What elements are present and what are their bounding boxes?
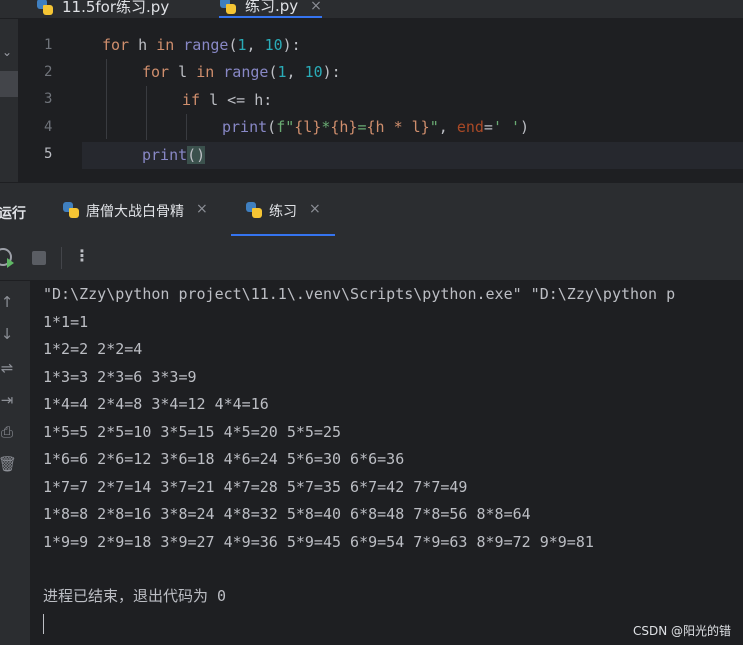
code-line-2: for l in range(1, 10): (142, 63, 341, 81)
python-file-icon (219, 0, 237, 15)
run-tab-label: 唐僧大战白骨精 (86, 204, 184, 220)
more-options-icon[interactable]: ⋮ (74, 246, 90, 265)
console-output-line: 1*5=5 2*5=10 3*5=15 4*5=20 5*5=25 (43, 423, 342, 441)
console-output-line: 1*3=3 2*3=6 3*3=9 (43, 368, 197, 386)
project-strip-selection (0, 71, 18, 97)
python-file-icon (36, 0, 54, 16)
run-panel-title: 运行 (0, 206, 26, 222)
code-line-5: print() (142, 146, 206, 164)
process-exit-message: 进程已结束，退出代码为 0 (43, 587, 227, 605)
python-file-icon (62, 201, 80, 219)
line-number: 1 (44, 37, 53, 53)
current-line-number: 5 (44, 146, 53, 162)
editor-tab-label: 练习.py (245, 0, 299, 15)
text-caret (43, 614, 44, 634)
editor-tab-label: 11.5for练习.py (62, 0, 170, 16)
console-output-line: 1*2=2 2*2=4 (43, 340, 143, 358)
editor-left-strip: ⌄ (0, 19, 18, 182)
stop-icon[interactable] (32, 251, 46, 265)
close-icon[interactable]: × (310, 0, 322, 14)
console-output-line: 1*7=7 2*7=14 3*7=21 4*7=28 5*7=35 6*7=42… (43, 478, 468, 496)
line-number: 4 (44, 119, 53, 135)
watermark: CSDN @阳光的错 (632, 624, 731, 638)
line-number: 3 (44, 91, 53, 107)
editor-tab-bar: 11.5for练习.py 练习.py × (0, 0, 743, 19)
indent-guide (186, 114, 187, 140)
indent-guide (106, 59, 107, 139)
soft-wrap-icon[interactable]: ⇌ (0, 359, 16, 377)
run-tab-lianxi[interactable]: 练习 × (231, 201, 335, 237)
console-output-line: 1*1=1 (43, 313, 89, 331)
python-file-icon (245, 201, 263, 219)
toolbar-divider (61, 247, 62, 269)
run-tab-tangseng[interactable]: 唐僧大战白骨精 × (62, 201, 208, 235)
rerun-icon[interactable] (0, 248, 14, 268)
code-editor[interactable]: for h in range(1, 10): for l in range(1,… (82, 19, 743, 182)
run-toolbar: ⋮ (0, 236, 743, 281)
editor-tab-11-5for[interactable]: 11.5for练习.py (36, 0, 169, 18)
console-command-line: "D:\Zzy\python project\11.1\.venv\Script… (43, 285, 676, 303)
print-icon[interactable]: ⎙ (0, 423, 16, 441)
console-output-line: 1*9=9 2*9=18 3*9=27 4*9=36 5*9=45 6*9=54… (43, 533, 594, 551)
run-tool-header: 运行 唐僧大战白骨精 × 练习 × (0, 182, 743, 237)
code-line-1: for h in range(1, 10): (102, 36, 301, 54)
indent-guide (146, 86, 147, 140)
arrow-up-icon[interactable]: ↑ (0, 293, 16, 311)
console-output[interactable]: "D:\Zzy\python project\11.1\.venv\Script… (30, 281, 743, 645)
chevron-down-icon[interactable]: ⌄ (2, 45, 12, 59)
scroll-to-end-icon[interactable]: ⇥ (0, 391, 16, 409)
close-icon[interactable]: × (309, 201, 321, 217)
console-output-line: 1*8=8 2*8=16 3*8=24 4*8=32 5*8=40 6*8=48… (43, 505, 531, 523)
console-output-line: 1*6=6 2*6=12 3*6=18 4*6=24 5*6=30 6*6=36 (43, 450, 405, 468)
console-output-line: 1*4=4 2*4=8 3*4=12 4*4=16 (43, 395, 269, 413)
run-tab-label: 练习 (269, 204, 297, 220)
code-line-3: if l <= h: (182, 91, 273, 109)
line-number: 2 (44, 64, 53, 80)
editor-tab-lianxi[interactable]: 练习.py × (219, 0, 322, 18)
console-side-toolbar: ↑ ↓ ⇌ ⇥ ⎙ 🗑 (0, 281, 30, 645)
line-number-gutter: 1 2 3 4 5 (18, 19, 82, 182)
close-icon[interactable]: × (196, 201, 208, 217)
arrow-down-icon[interactable]: ↓ (0, 325, 16, 343)
trash-icon[interactable]: 🗑 (0, 455, 17, 473)
code-line-4: print(f"{l}*{h}={h * l}", end=' ') (222, 118, 530, 136)
